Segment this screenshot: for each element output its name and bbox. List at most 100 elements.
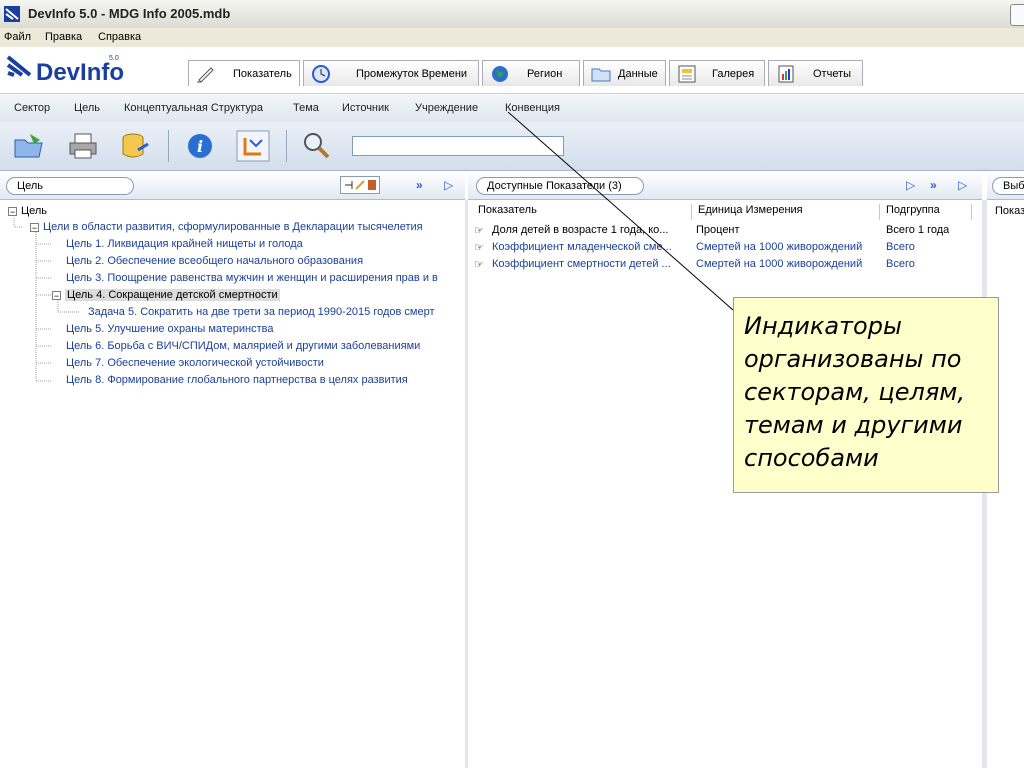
- print-icon[interactable]: [66, 130, 100, 162]
- annotation-callout: Индикаторы организованы по секторам, цел…: [733, 297, 999, 493]
- open-folder-icon[interactable]: [12, 130, 46, 162]
- svg-text:i: i: [197, 137, 203, 156]
- tree-item[interactable]: Цель 3. Поощрение равенства мужчин и жен…: [66, 272, 438, 284]
- tab-label: Регион: [527, 68, 563, 80]
- tree-label: Цель 1. Ликвидация крайней нищеты и голо…: [66, 238, 303, 250]
- collapse-icon[interactable]: −: [52, 290, 61, 300]
- tree-item[interactable]: Цель 8. Формирование глобального партнер…: [66, 374, 408, 386]
- tree-label: Цель 2. Обеспечение всеобщего начального…: [66, 255, 364, 267]
- tab-time-period[interactable]: Промежуток Времени: [303, 60, 479, 86]
- indicator-unit: Смертей на 1000 живорождений: [696, 258, 863, 270]
- main-header: DevInfo 5.0 Показатель Промежуток Времен…: [0, 47, 1024, 94]
- arrow-right-icon[interactable]: ▷: [906, 178, 915, 192]
- category-nav: Сектор Цель Концептуальная Структура Тем…: [0, 94, 1024, 123]
- collapse-icon[interactable]: −: [30, 222, 39, 232]
- right-panel-header: Выб: [987, 171, 1024, 200]
- arrow-right-icon[interactable]: ▷: [958, 178, 967, 192]
- column-header-indicator[interactable]: Показатель: [474, 204, 692, 220]
- nav-convention[interactable]: Конвенция: [505, 102, 560, 114]
- info-icon[interactable]: i: [183, 130, 217, 162]
- app-icon: [4, 6, 20, 22]
- tree-subitem[interactable]: Задача 5. Сократить на две трети за пери…: [88, 306, 435, 318]
- tab-indicator[interactable]: Показатель: [188, 60, 300, 86]
- pencil-icon: [197, 67, 214, 83]
- double-arrow-icon[interactable]: »: [416, 178, 423, 192]
- nav-sector[interactable]: Сектор: [14, 102, 50, 114]
- tree-root[interactable]: − Цель: [8, 205, 47, 217]
- tab-label: Данные: [618, 68, 658, 80]
- tree-item-selected[interactable]: − Цель 4. Сокращение детской смертности: [52, 289, 280, 301]
- menu-help[interactable]: Справка: [98, 31, 141, 43]
- tools-icon[interactable]: [340, 176, 380, 194]
- folder-icon: [591, 68, 611, 82]
- title-bar: DevInfo 5.0 - MDG Info 2005.mdb: [0, 0, 1024, 29]
- globe-icon: [492, 66, 508, 82]
- hand-pointer-icon: ☞: [474, 242, 484, 254]
- nav-source[interactable]: Источник: [342, 102, 389, 114]
- database-icon[interactable]: [118, 130, 152, 162]
- tab-data[interactable]: Данные: [583, 60, 666, 86]
- window-control-button[interactable]: [1010, 4, 1024, 26]
- indicator-unit: Процент: [696, 224, 740, 236]
- toolbar-divider: [168, 130, 169, 162]
- double-arrow-icon[interactable]: »: [930, 178, 937, 192]
- tab-label: Показатель: [233, 68, 292, 80]
- indicator-subgroup: Всего: [886, 241, 915, 253]
- search-input[interactable]: [352, 136, 564, 156]
- logo-text: DevInfo: [36, 59, 125, 86]
- toolbar-divider: [286, 130, 287, 162]
- hand-pointer-icon: ☞: [474, 259, 484, 271]
- tree-item[interactable]: Цель 2. Обеспечение всеобщего начального…: [66, 255, 363, 267]
- nav-institution[interactable]: Учреждение: [415, 102, 478, 114]
- left-panel-header: Цель » ▷: [0, 171, 465, 200]
- indicator-name: Доля детей в возрасте 1 года, ко...: [492, 224, 669, 236]
- sort-icon[interactable]: [236, 130, 270, 162]
- report-icon: [778, 65, 794, 83]
- menu-file[interactable]: Файл: [4, 31, 31, 43]
- nav-theme[interactable]: Тема: [293, 102, 319, 114]
- collapse-icon[interactable]: −: [8, 206, 17, 216]
- indicator-name: Коэффициент смертности детей ...: [492, 258, 671, 270]
- tree-item[interactable]: Цель 6. Борьба с ВИЧ/СПИДом, малярией и …: [66, 340, 420, 352]
- window-title: DevInfo 5.0 - MDG Info 2005.mdb: [28, 6, 231, 21]
- available-indicators-label: Доступные Показатели (3): [476, 177, 644, 195]
- gallery-icon: [678, 65, 696, 83]
- tree-label: Цели в области развития, сформулированны…: [43, 221, 423, 233]
- tree-label: Цель 5. Улучшение охраны материнства: [66, 323, 274, 335]
- goal-tree-panel: − Цель − Цели в области развития, сформули…: [0, 200, 468, 768]
- tree-label: Цель 6. Борьба с ВИЧ/СПИДом, малярией и …: [66, 340, 421, 352]
- tree-label: Цель: [21, 205, 48, 217]
- logo-version: 5.0: [109, 55, 119, 62]
- column-header-subgroup[interactable]: Подгруппа: [880, 204, 972, 220]
- devinfo-logo: DevInfo 5.0: [6, 53, 124, 86]
- column-header-indicator[interactable]: Показ: [995, 205, 1024, 217]
- menu-edit[interactable]: Правка: [45, 31, 82, 43]
- nav-goal[interactable]: Цель: [74, 102, 100, 114]
- search-icon[interactable]: [300, 130, 334, 162]
- logo-icon: [6, 55, 32, 77]
- tree-label: Цель 4. Сокращение детской смертности: [65, 289, 280, 301]
- hand-pointer-icon: ☞: [474, 225, 484, 237]
- indicator-subgroup: Всего 1 года: [886, 224, 950, 236]
- tree-label: Цель 7. Обеспечение экологической устойч…: [66, 357, 324, 369]
- tree-label: Цель 8. Формирование глобального партнер…: [66, 374, 408, 386]
- tab-label: Промежуток Времени: [356, 68, 468, 80]
- goal-selector[interactable]: Цель: [6, 177, 134, 195]
- tab-reports[interactable]: Отчеты: [768, 60, 863, 86]
- mid-panel-header: Доступные Показатели (3) ▷ » ▷: [468, 171, 982, 200]
- indicator-unit: Смертей на 1000 живорождений: [696, 241, 863, 253]
- selected-indicators-label: Выб: [992, 177, 1024, 195]
- tree-item[interactable]: Цель 7. Обеспечение экологической устойч…: [66, 357, 324, 369]
- tree-item[interactable]: Цель 1. Ликвидация крайней нищеты и голо…: [66, 238, 303, 250]
- arrow-right-icon[interactable]: ▷: [444, 178, 453, 192]
- indicator-name: Коэффициент младенческой сме...: [492, 241, 672, 253]
- nav-framework[interactable]: Концептуальная Структура: [124, 102, 263, 114]
- column-header-unit[interactable]: Единица Измерения: [692, 204, 880, 220]
- tree-item[interactable]: Цель 5. Улучшение охраны материнства: [66, 323, 274, 335]
- indicator-subgroup: Всего: [886, 258, 915, 270]
- clock-icon: [312, 65, 330, 83]
- tab-gallery[interactable]: Галерея: [669, 60, 765, 86]
- tab-label: Отчеты: [813, 68, 852, 80]
- tree-group[interactable]: − Цели в области развития, сформулированн…: [30, 221, 423, 233]
- tab-region[interactable]: Регион: [482, 60, 580, 86]
